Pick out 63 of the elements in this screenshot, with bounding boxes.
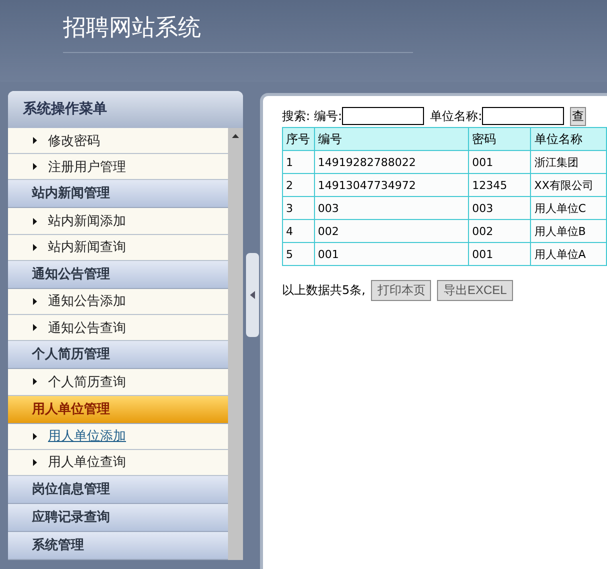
menu-item[interactable]: 用人单位添加 bbox=[8, 424, 228, 450]
table-cell: 浙江集团 bbox=[530, 150, 606, 174]
field-label: 编号: bbox=[314, 108, 342, 124]
menu-item[interactable]: 通知公告查询 bbox=[8, 315, 228, 342]
table-cell: 003 bbox=[468, 196, 531, 220]
action-button[interactable]: 导出EXCEL bbox=[437, 280, 513, 301]
bullet-triangle-icon bbox=[33, 458, 37, 466]
menu-item[interactable]: 修改密码 bbox=[8, 128, 228, 154]
column-header: 单位名称 bbox=[530, 128, 606, 150]
menu-title: 系统操作菜单 bbox=[8, 91, 243, 128]
column-header: 编号 bbox=[314, 128, 469, 150]
table-cell: 003 bbox=[314, 196, 469, 220]
search-button[interactable]: 查 bbox=[570, 106, 586, 126]
table-cell: 用人单位C bbox=[530, 196, 606, 220]
bullet-triangle-icon bbox=[33, 218, 37, 225]
menu-item[interactable]: 用人单位查询 bbox=[8, 450, 228, 476]
table-cell: 用人单位A bbox=[530, 242, 606, 266]
menu-group-header[interactable]: 岗位信息管理 bbox=[8, 476, 228, 504]
bullet-triangle-icon bbox=[33, 244, 37, 251]
table-cell: 4 bbox=[282, 220, 314, 242]
menu-group-header[interactable]: 系统管理 bbox=[8, 532, 228, 560]
search-label: 搜索: bbox=[282, 108, 310, 124]
bullet-triangle-icon bbox=[33, 137, 37, 144]
input-field[interactable] bbox=[342, 107, 424, 125]
menu-item[interactable]: 个人简历查询 bbox=[8, 369, 228, 396]
field-label: 单位名称: bbox=[430, 108, 482, 124]
scrollbar[interactable] bbox=[228, 128, 243, 560]
table-cell: 002 bbox=[468, 220, 531, 242]
input-field[interactable] bbox=[482, 107, 564, 125]
menu-group-header[interactable]: 站内新闻管理 bbox=[8, 180, 228, 208]
table-cell: 1 bbox=[282, 150, 314, 174]
column-header: 序号 bbox=[282, 128, 314, 150]
table-cell: 5 bbox=[282, 242, 314, 266]
scroll-up-icon[interactable] bbox=[232, 134, 239, 138]
table-cell: 12345 bbox=[468, 174, 531, 196]
table-cell: 001 bbox=[314, 242, 469, 266]
menu-item[interactable]: 站内新闻查询 bbox=[8, 234, 228, 261]
table-cell: 001 bbox=[468, 150, 531, 174]
collapse-handle[interactable] bbox=[246, 253, 259, 337]
bullet-triangle-icon bbox=[33, 432, 37, 440]
menu-group-header[interactable]: 应聘记录查询 bbox=[8, 504, 228, 532]
bullet-triangle-icon bbox=[33, 324, 37, 332]
table-cell: XX有限公司 bbox=[530, 174, 606, 196]
table-cell: 3 bbox=[282, 196, 314, 220]
menu-group-header[interactable]: 个人简历管理 bbox=[8, 341, 228, 370]
bullet-triangle-icon bbox=[33, 298, 37, 305]
table-cell: 001 bbox=[468, 242, 531, 266]
record-count: 以上数据共5条, bbox=[282, 282, 366, 299]
site-title: 招聘网站系统 bbox=[63, 12, 413, 53]
table-cell: 002 bbox=[314, 220, 469, 242]
menu-item[interactable]: 通知公告添加 bbox=[8, 288, 228, 316]
menu-group-header[interactable]: 用人单位管理 bbox=[8, 396, 228, 424]
bullet-triangle-icon bbox=[33, 378, 37, 386]
table-cell: 14913047734972 bbox=[314, 174, 469, 196]
menu-group-header[interactable]: 通知公告管理 bbox=[8, 260, 228, 289]
bullet-triangle-icon bbox=[33, 163, 37, 170]
menu-item[interactable]: 站内新闻添加 bbox=[8, 208, 228, 235]
table-cell: 2 bbox=[282, 174, 314, 196]
table-cell: 14919282788022 bbox=[314, 150, 469, 174]
column-header: 密码 bbox=[468, 128, 531, 150]
table-cell: 用人单位B bbox=[530, 220, 606, 242]
menu-item[interactable]: 注册用户管理 bbox=[8, 154, 228, 180]
action-button[interactable]: 打印本页 bbox=[371, 280, 432, 301]
